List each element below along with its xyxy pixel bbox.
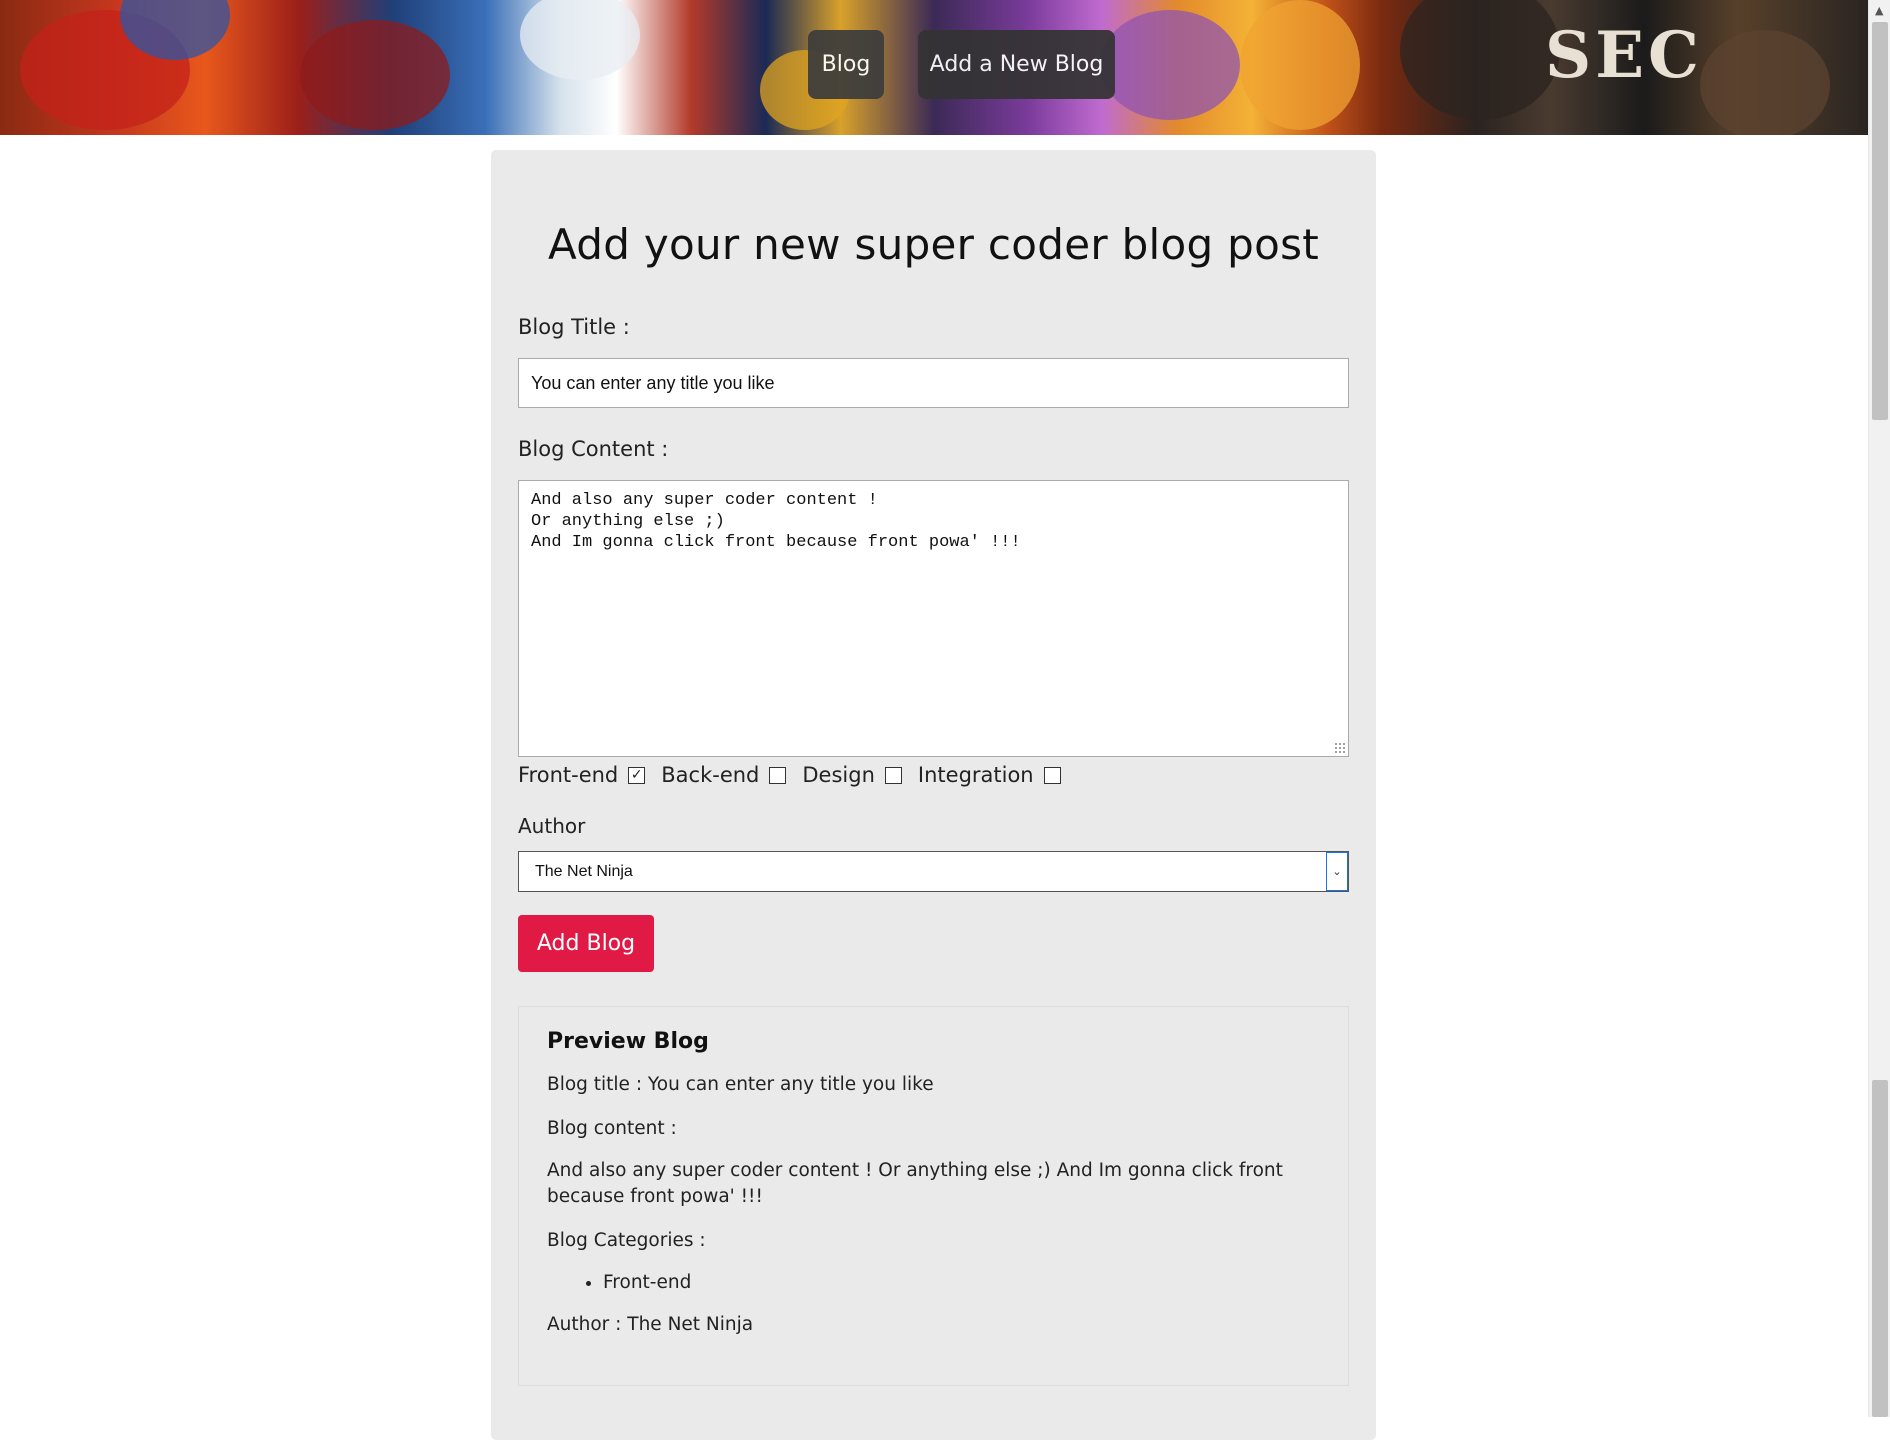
blog-content-label: Blog Content : <box>518 437 669 461</box>
page-title: Add your new super coder blog post <box>547 220 1320 269</box>
preview-content-text: And also any super coder content ! Or an… <box>547 1160 1283 1207</box>
category-front-end[interactable]: Front-end ✓ <box>518 763 646 787</box>
checkbox-checked-icon[interactable]: ✓ <box>628 766 646 784</box>
preview-categories-label: Blog Categories : <box>547 1230 706 1251</box>
preview-content-label: Blog content : <box>547 1118 677 1139</box>
blog-title-label: Blog Title : <box>518 315 630 339</box>
author-label: Author <box>518 814 586 838</box>
chevron-down-icon[interactable]: ⌄ <box>1326 852 1348 891</box>
add-blog-form: Add your new super coder blog post Blog … <box>491 150 1376 1440</box>
category-checkboxes: Front-end ✓ Back-end Design Integration <box>518 760 1077 790</box>
category-design[interactable]: Design <box>802 763 902 787</box>
content-line-3: And Im gonna click front because front p… <box>531 533 1021 552</box>
preview-title-line: Blog title : You can enter any title you… <box>547 1074 934 1095</box>
checkbox-icon[interactable] <box>884 766 902 784</box>
list-item: Front-end <box>603 1270 1320 1296</box>
nav-blog-link[interactable]: Blog <box>808 30 884 99</box>
page-scrollbar[interactable]: ▲ <box>1868 0 1890 1417</box>
blog-title-input[interactable] <box>518 358 1349 408</box>
scrollbar-thumb[interactable] <box>1872 22 1888 420</box>
category-integration[interactable]: Integration <box>918 763 1061 787</box>
preview-panel: Preview Blog Blog title : You can enter … <box>518 1006 1349 1386</box>
preview-heading: Preview Blog <box>547 1029 709 1054</box>
category-back-end[interactable]: Back-end <box>661 763 787 787</box>
blog-content-textarea[interactable]: And also any super coder content ! Or any… <box>518 480 1349 757</box>
nav-add-blog-link[interactable]: Add a New Blog <box>918 30 1115 99</box>
nav-blog-label: Blog <box>821 52 871 77</box>
author-selected-value: The Net Ninja <box>535 862 633 880</box>
preview-categories-list: Front-end <box>603 1270 1320 1296</box>
header-banner: SEC Blog Add a New Blog <box>0 0 1868 135</box>
scroll-up-icon[interactable]: ▲ <box>1875 4 1883 17</box>
content-line-2: Or anything else ;) <box>531 512 725 531</box>
banner-art-text: SEC <box>1545 18 1703 93</box>
content-line-1: And also any super coder content ! <box>531 491 878 510</box>
textarea-resize-handle[interactable] <box>1334 742 1346 754</box>
preview-author-line: Author : The Net Ninja <box>547 1314 754 1335</box>
scrollbar-track-lower[interactable] <box>1872 1080 1888 1417</box>
checkbox-icon[interactable] <box>1043 766 1061 784</box>
author-select[interactable]: The Net Ninja ⌄ <box>518 851 1349 892</box>
checkbox-icon[interactable] <box>769 766 787 784</box>
add-blog-button[interactable]: Add Blog <box>518 915 654 972</box>
nav-add-blog-label: Add a New Blog <box>929 52 1104 77</box>
